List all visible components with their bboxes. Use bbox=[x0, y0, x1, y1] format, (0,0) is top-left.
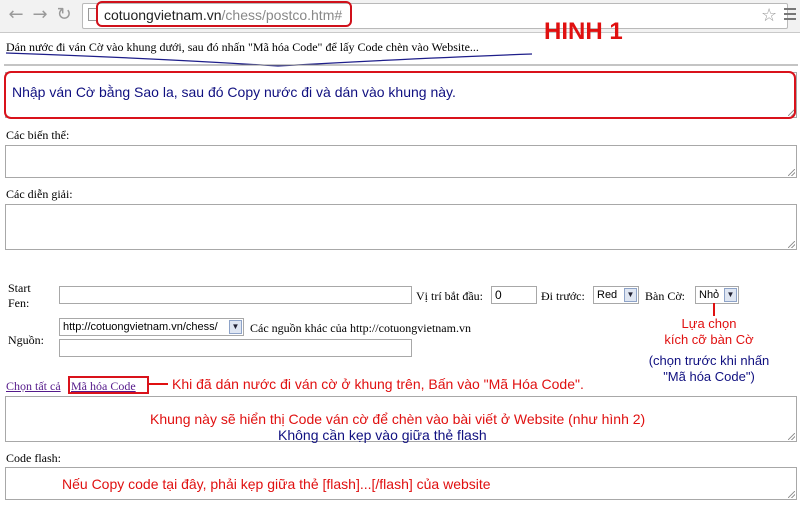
board-size-label: Bàn Cờ: bbox=[645, 289, 686, 303]
board-size-value: Nhỏ bbox=[699, 289, 720, 301]
chevron-down-icon: ▼ bbox=[229, 320, 242, 334]
board-size-note-line1: (chọn trước khi nhấn bbox=[648, 353, 770, 368]
start-fen-input[interactable] bbox=[59, 286, 412, 304]
board-size-pointer bbox=[713, 303, 715, 316]
instruction-underline bbox=[4, 52, 798, 67]
chevron-down-icon: ▼ bbox=[624, 288, 637, 302]
figure-title: HINH 1 bbox=[544, 18, 623, 45]
board-size-annotation-line1: Lựa chọn bbox=[681, 316, 737, 331]
back-icon[interactable]: ← bbox=[6, 5, 26, 25]
flash-hint-annotation: Nếu Copy code tại đây, phải kẹp giữa thẻ… bbox=[62, 476, 491, 492]
start-fen-label-line1: Start bbox=[8, 281, 31, 295]
first-move-value: Red bbox=[597, 289, 618, 301]
commentary-label: Các diễn giải: bbox=[6, 187, 73, 201]
moves-box-annotation: Nhập ván Cờ bằng Sao la, sau đó Copy nướ… bbox=[12, 84, 456, 100]
encode-link-pointer bbox=[149, 383, 168, 385]
encode-hint-annotation: Khi đã dán nước đi ván cờ ở khung trên, … bbox=[172, 376, 584, 392]
start-position-input[interactable]: 0 bbox=[491, 286, 537, 304]
source-value: http://cotuongvietnam.vn/chess/ bbox=[63, 321, 218, 333]
encode-link-highlight bbox=[68, 376, 149, 394]
board-size-annotation: Lựa chọn kích cỡ bàn Cờ bbox=[604, 316, 800, 348]
other-sources-label: Các nguồn khác của http://cotuongvietnam… bbox=[250, 321, 471, 335]
board-size-annotation-line2: kích cỡ bàn Cờ bbox=[664, 332, 754, 347]
board-size-note-line2: "Mã hóa Code") bbox=[663, 369, 755, 384]
select-all-link[interactable]: Chọn tất cả bbox=[6, 379, 61, 394]
board-size-select[interactable]: Nhỏ ▼ bbox=[695, 286, 739, 304]
source-select[interactable]: http://cotuongvietnam.vn/chess/ ▼ bbox=[59, 318, 244, 336]
variants-label: Các biến thể: bbox=[6, 128, 70, 142]
first-move-label: Đi trước: bbox=[541, 289, 585, 303]
url-highlight-annotation bbox=[96, 1, 352, 27]
source-input[interactable] bbox=[59, 339, 412, 357]
first-move-select[interactable]: Red ▼ bbox=[593, 286, 639, 304]
menu-icon[interactable] bbox=[784, 8, 796, 23]
output-note: Không cần kẹp vào giữa thẻ flash bbox=[278, 427, 487, 443]
output-annotation: Khung này sẽ hiển thị Code ván cờ để chè… bbox=[150, 411, 646, 427]
bookmark-star-icon[interactable]: ☆ bbox=[761, 5, 777, 26]
start-fen-label-line2: Fen: bbox=[8, 296, 30, 310]
commentary-textarea[interactable] bbox=[5, 204, 797, 250]
forward-icon[interactable]: → bbox=[30, 5, 50, 25]
flash-code-label: Code flash: bbox=[6, 451, 61, 465]
start-position-label: Vị trí bắt đầu: bbox=[416, 289, 483, 303]
reload-icon[interactable]: ↻ bbox=[54, 5, 74, 25]
variants-textarea[interactable] bbox=[5, 145, 797, 178]
chevron-down-icon: ▼ bbox=[724, 288, 737, 302]
board-size-note: (chọn trước khi nhấn "Mã hóa Code") bbox=[604, 353, 800, 385]
source-label: Nguồn: bbox=[8, 333, 44, 347]
